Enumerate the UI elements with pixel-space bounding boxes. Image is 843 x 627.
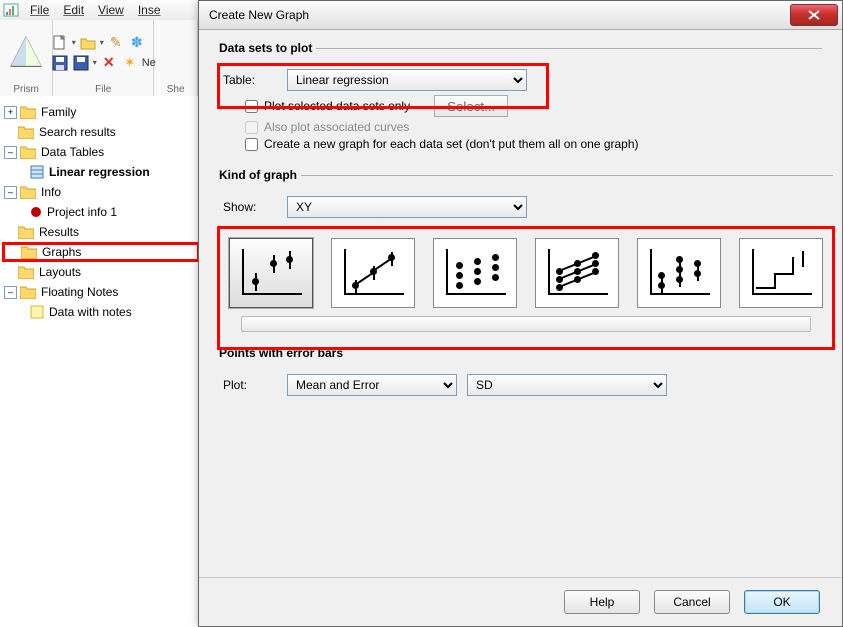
help-button[interactable]: Help (564, 590, 640, 614)
ribbon: Prism ▾ ▾ ✎ ✽ ▾ ✕ (0, 20, 198, 97)
wand-icon[interactable]: ✎ (107, 34, 125, 52)
graphtype-column-scatter[interactable] (433, 238, 517, 308)
graphtype-replicate-error[interactable] (637, 238, 721, 308)
label-show: Show: (223, 200, 277, 214)
note-icon (30, 305, 44, 319)
tree-collapse-icon[interactable]: – (4, 186, 17, 199)
tree-graphs: Graphs (40, 244, 83, 260)
checkbox-new-graph-each[interactable]: Create a new graph for each data set (do… (245, 137, 818, 151)
tree-linear-regression[interactable]: Linear regression (47, 164, 152, 180)
folder-icon (18, 225, 34, 239)
dialog-titlebar: Create New Graph (199, 1, 842, 30)
ribbon-group-file: File (95, 83, 111, 96)
app-icon (3, 2, 19, 18)
ribbon-group-sheet: She (167, 83, 185, 96)
error-select[interactable]: SD (467, 374, 667, 396)
fieldset-datasets: Data sets to plot Table: Linear regressi… (219, 41, 822, 156)
menu-view[interactable]: View (92, 1, 130, 19)
star-new-icon[interactable]: ✶ (121, 54, 139, 72)
tree-info[interactable]: Info (39, 184, 63, 200)
menu-file[interactable]: File (24, 1, 55, 19)
graphtype-step[interactable] (739, 238, 823, 308)
new-file-icon[interactable] (51, 34, 69, 52)
info-dot-icon (31, 207, 41, 217)
tree-search-results[interactable]: Search results (37, 124, 118, 140)
cancel-button[interactable]: Cancel (654, 590, 730, 614)
checkbox-plot-selected[interactable]: Plot selected data sets only Select... (245, 95, 818, 117)
folder-icon (18, 265, 34, 279)
ok-button[interactable]: OK (744, 590, 820, 614)
folder-icon (20, 105, 36, 119)
navigator-tree: + Family Search results – Data Tables Li… (0, 96, 203, 627)
tree-graphs-row[interactable]: Graphs (2, 242, 200, 262)
tree-collapse-icon[interactable]: – (4, 146, 17, 159)
table-select[interactable]: Linear regression (287, 69, 527, 91)
tree-expand-icon[interactable]: + (4, 106, 17, 119)
fieldset-points: Points with error bars Plot: Mean and Er… (219, 346, 822, 402)
label-table: Table: (223, 73, 277, 87)
folder-icon (21, 245, 37, 259)
tree-collapse-icon[interactable]: – (4, 286, 17, 299)
show-select[interactable]: XY (287, 196, 527, 218)
dialog-footer: Help Cancel OK (199, 577, 842, 626)
graphtype-scatter-error[interactable] (229, 238, 313, 308)
menu-edit[interactable]: Edit (57, 1, 90, 19)
folder-icon (20, 145, 36, 159)
checkbox-label: Plot selected data sets only (264, 99, 410, 113)
legend-points: Points with error bars (219, 346, 347, 360)
tree-project-info[interactable]: Project info 1 (45, 204, 119, 220)
checkbox-input (245, 121, 258, 134)
delete-x-icon[interactable]: ✕ (100, 54, 118, 72)
folder-icon (20, 185, 36, 199)
graphtype-line-error[interactable] (331, 238, 415, 308)
checkbox-label: Also plot associated curves (264, 120, 409, 134)
checkbox-label: Create a new graph for each data set (do… (264, 137, 639, 151)
prism-logo-icon[interactable] (6, 33, 46, 73)
ribbon-group-prism: Prism (13, 83, 39, 96)
tree-floating-notes[interactable]: Floating Notes (39, 284, 120, 300)
legend-datasets: Data sets to plot (219, 41, 316, 55)
dialog-title: Create New Graph (209, 8, 790, 22)
graph-type-strip (223, 232, 829, 314)
label-plot: Plot: (223, 378, 277, 392)
close-button[interactable] (790, 4, 838, 26)
snowflake-icon[interactable]: ✽ (128, 34, 146, 52)
graphtype-replicate-line[interactable] (535, 238, 619, 308)
folder-icon (18, 125, 34, 139)
checkbox-input[interactable] (245, 138, 258, 151)
tree-results[interactable]: Results (37, 224, 81, 240)
create-new-graph-dialog: Create New Graph Data sets to plot Table… (198, 0, 843, 627)
close-icon (808, 10, 820, 20)
tree-data-with-notes[interactable]: Data with notes (47, 304, 134, 320)
legend-kind: Kind of graph (219, 168, 301, 182)
checkbox-also-associated: Also plot associated curves (245, 120, 818, 134)
strip-scrollbar[interactable] (241, 316, 811, 332)
datatable-icon (30, 165, 44, 179)
open-folder-icon[interactable] (79, 34, 97, 52)
checkbox-input[interactable] (245, 100, 258, 113)
save-icon[interactable] (51, 54, 69, 72)
tree-family[interactable]: Family (39, 104, 78, 120)
menu-insert[interactable]: Inse (132, 1, 167, 19)
folder-icon (20, 285, 36, 299)
fieldset-kind: Kind of graph Show: XY (219, 168, 833, 334)
save-as-icon[interactable] (72, 54, 90, 72)
tree-layouts[interactable]: Layouts (37, 264, 83, 280)
select-datasets-button: Select... (434, 95, 508, 117)
plot-select[interactable]: Mean and Error (287, 374, 457, 396)
tree-data-tables[interactable]: Data Tables (39, 144, 106, 160)
